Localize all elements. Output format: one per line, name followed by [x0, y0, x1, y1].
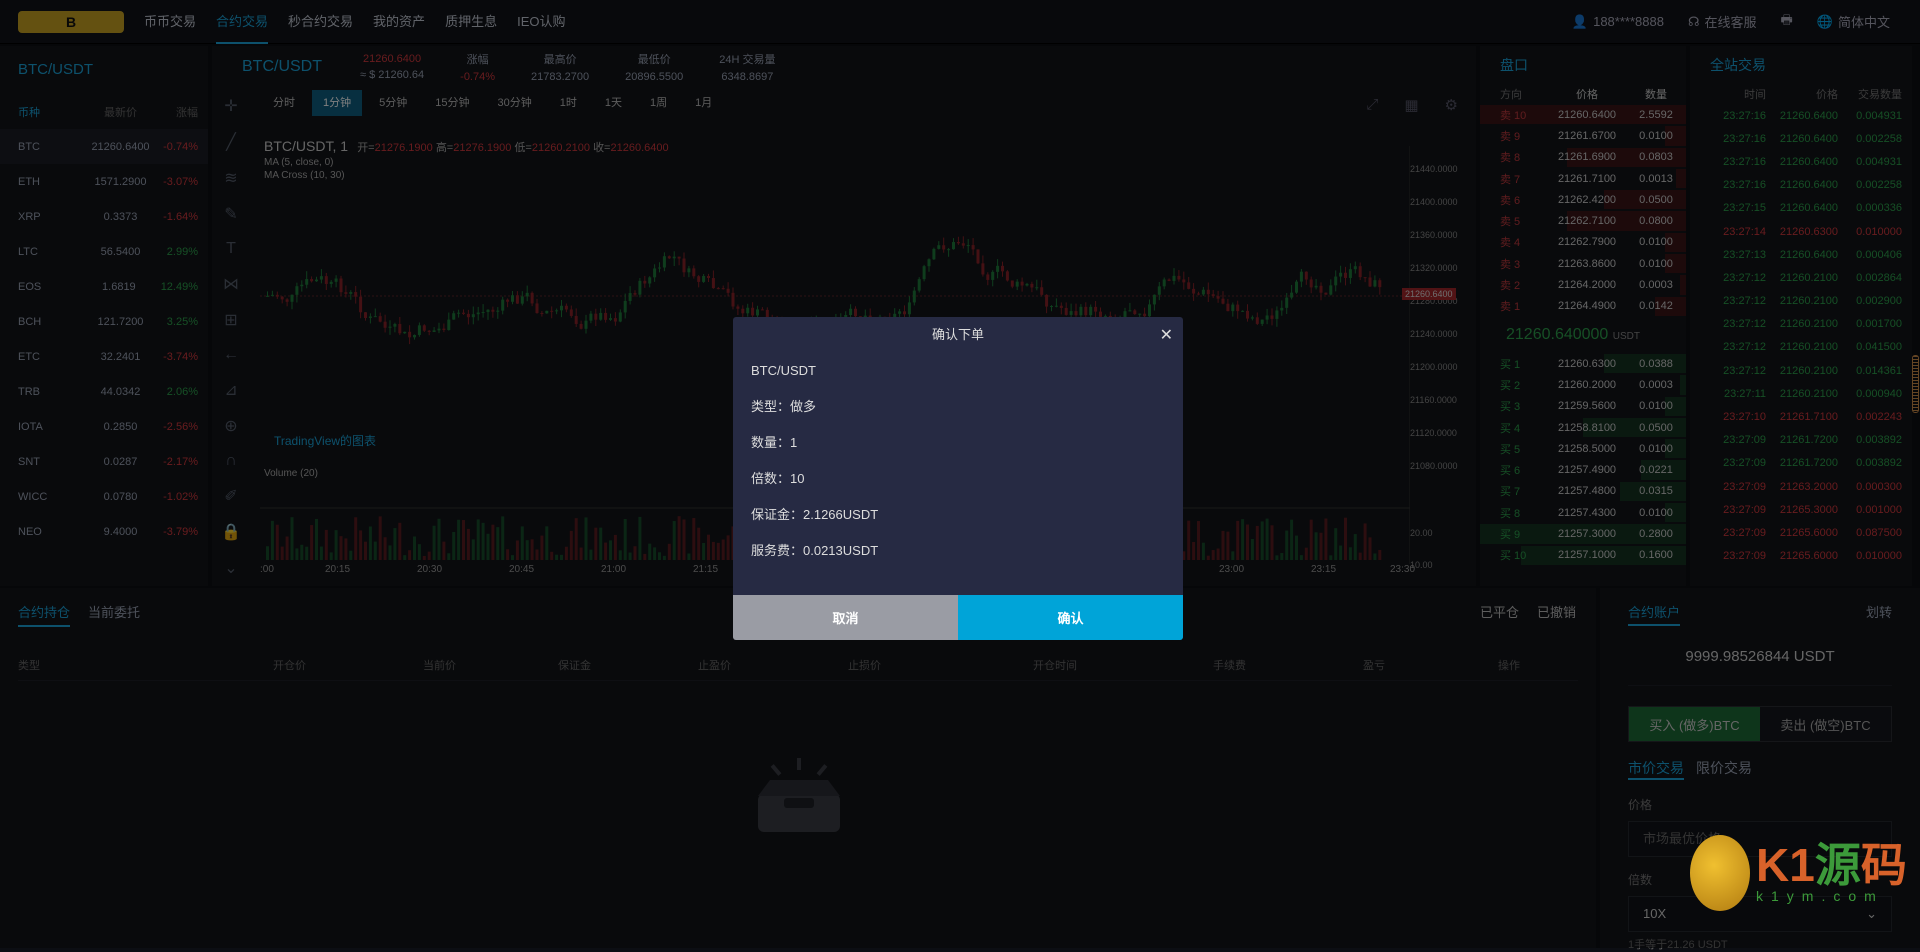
order-detail-line: 保证金：2.1266USDT: [751, 507, 879, 522]
order-detail-line: 倍数：10: [751, 471, 805, 486]
close-icon[interactable]: ✕: [1160, 325, 1173, 345]
order-detail-line: 类型：做多: [751, 399, 817, 414]
order-detail-line: 服务费：0.0213USDT: [751, 543, 879, 558]
confirm-order-dialog: 确认下单 ✕ BTC/USDT 类型：做多数量：1 倍数：10 保证金：2.1266…: [733, 317, 1183, 640]
watermark-logo: K1源码 k1ym.com: [1690, 835, 1907, 911]
order-pair: BTC/USDT: [751, 363, 816, 378]
watermark-egg-icon: [1690, 835, 1750, 911]
confirm-button[interactable]: 确认: [958, 595, 1183, 640]
dialog-title: 确认下单: [931, 327, 984, 342]
cancel-button[interactable]: 取消: [733, 595, 958, 640]
order-detail-line: 数量：1: [751, 435, 798, 450]
